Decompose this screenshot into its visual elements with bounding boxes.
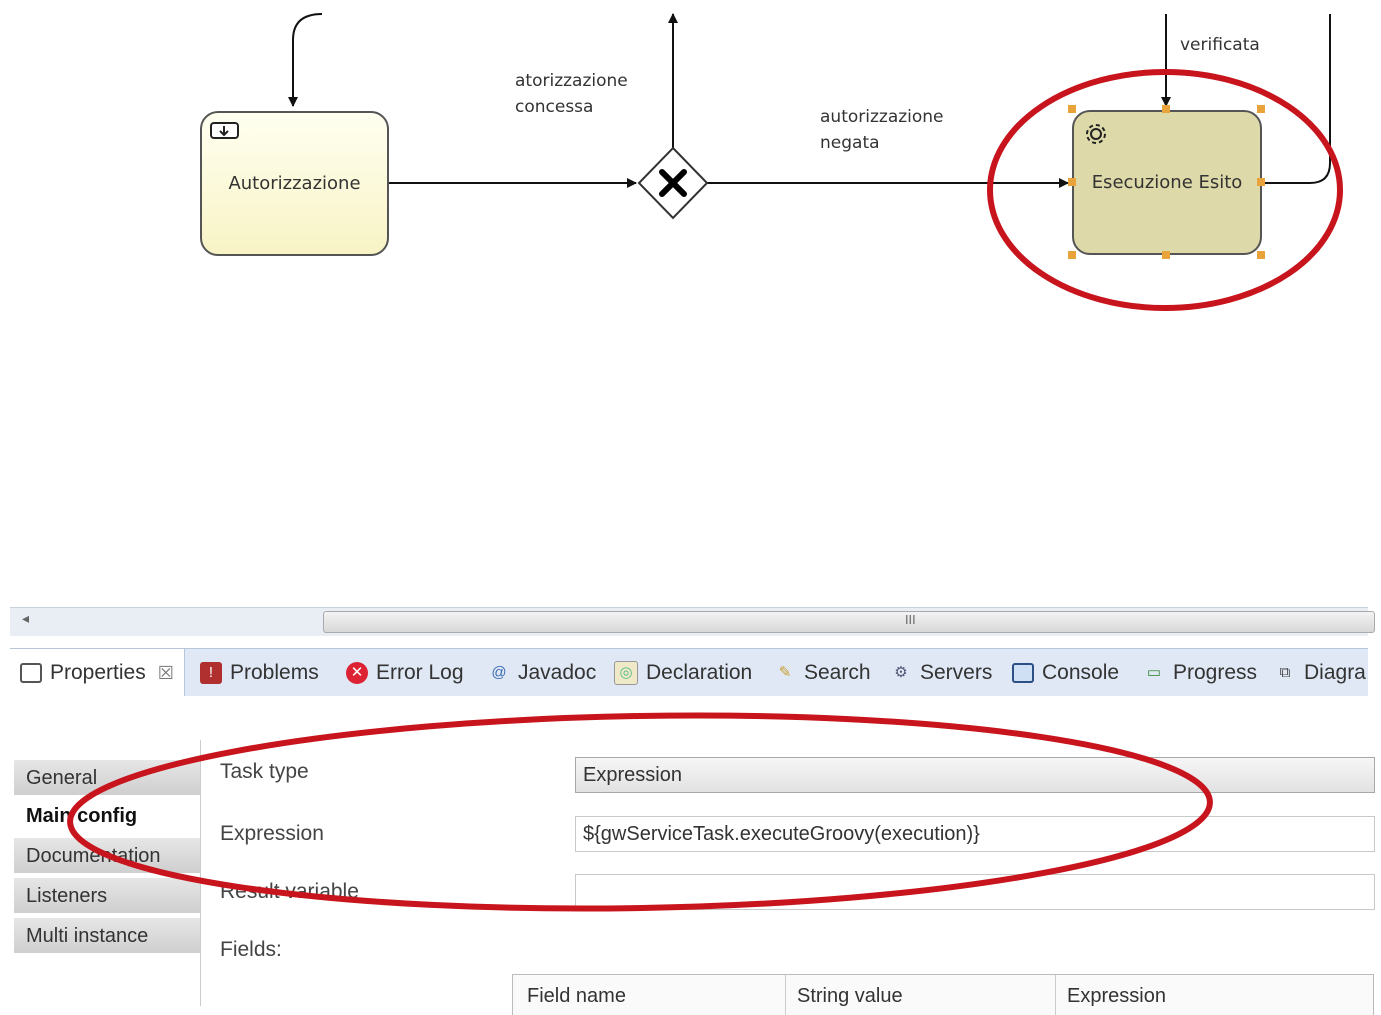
sidebar-item-documentation[interactable]: Documentation	[14, 838, 200, 874]
progress-icon: ▭	[1146, 664, 1162, 681]
expression-label: Expression	[220, 822, 324, 845]
exclusive-gateway[interactable]	[637, 146, 709, 220]
tab-problems[interactable]: ! Problems	[200, 649, 319, 697]
gear-icon	[1082, 120, 1110, 153]
scrollbar-grip: III	[905, 613, 916, 627]
flow-into-autorizzazione	[288, 13, 323, 107]
tab-label: Search	[804, 661, 871, 684]
diagram-connections	[288, 13, 1331, 220]
diagram-icon: ⧉	[1279, 664, 1291, 681]
tab-javadoc[interactable]: @ Javadoc	[488, 649, 596, 697]
flow-label-negata: autorizzazione negata	[820, 107, 944, 153]
sidebar-item-listeners[interactable]: Listeners	[14, 878, 200, 914]
flow-label-verificata: verificata	[1180, 35, 1260, 55]
view-tab-bar: Properties ☒ ! Problems ✕ Error Log @ Ja…	[10, 648, 1368, 697]
tab-diagram[interactable]: ⧉ Diagra	[1274, 649, 1366, 697]
sidebar-item-multi-instance[interactable]: Multi instance	[14, 918, 200, 954]
tab-progress[interactable]: ▭ Progress	[1143, 649, 1257, 697]
tab-label: Javadoc	[518, 661, 597, 684]
result-variable-label: Result variable	[220, 880, 359, 903]
expression-input[interactable]: ${gwServiceTask.executeGroovy(execution)…	[575, 816, 1375, 852]
properties-panel: General Main config Documentation Listen…	[10, 696, 1375, 1015]
diagram-canvas[interactable]: atorizzazione concessa autorizzazione ne…	[0, 0, 1381, 605]
scroll-left-arrow-icon[interactable]: ◂	[22, 611, 29, 627]
task-autorizzazione[interactable]: Autorizzazione	[200, 111, 389, 256]
close-icon[interactable]: ☒	[158, 663, 174, 684]
task-label: Esecuzione Esito	[1091, 172, 1243, 193]
tab-error-log[interactable]: ✕ Error Log	[346, 649, 464, 697]
properties-icon	[20, 663, 42, 683]
flow-out-of-esecuzione	[1262, 14, 1331, 184]
tab-search[interactable]: ✎ Search	[774, 649, 871, 697]
sidebar-item-general[interactable]: General	[14, 760, 200, 796]
task-type-label: Task type	[220, 760, 309, 783]
horizontal-scrollbar[interactable]: ◂ III	[10, 607, 1375, 636]
column-header-field-name[interactable]: Field name	[527, 985, 626, 1008]
flow-label-concessa: atorizzazione concessa	[515, 71, 628, 117]
tab-label: Problems	[230, 661, 319, 684]
error-log-icon: ✕	[346, 662, 368, 684]
fields-table[interactable]: Field name String value Expression	[512, 974, 1374, 1015]
sidebar-item-main-config[interactable]: Main config	[14, 798, 200, 834]
tab-label: Progress	[1173, 661, 1258, 684]
tab-label: Diagra	[1304, 661, 1366, 684]
scrollbar-thumb[interactable]	[323, 611, 1375, 633]
column-header-string-value[interactable]: String value	[797, 985, 903, 1008]
tab-console[interactable]: Console	[1012, 649, 1119, 697]
column-divider	[785, 975, 786, 1015]
task-label: Autorizzazione	[228, 173, 361, 194]
tab-servers[interactable]: ⚙ Servers	[890, 649, 992, 697]
fields-label: Fields:	[220, 938, 282, 961]
at-icon: @	[491, 664, 507, 681]
tab-declaration[interactable]: ◎ Declaration	[614, 649, 752, 697]
tab-label: Declaration	[646, 661, 753, 684]
tab-label: Servers	[920, 661, 993, 684]
user-task-icon	[210, 121, 240, 146]
column-divider	[1055, 975, 1056, 1015]
servers-icon: ⚙	[894, 664, 908, 681]
problems-icon: !	[200, 662, 222, 684]
console-icon	[1012, 663, 1034, 683]
search-icon: ✎	[778, 664, 792, 681]
column-header-expression[interactable]: Expression	[1067, 985, 1166, 1008]
tab-label: Error Log	[376, 661, 464, 684]
declaration-icon: ◎	[614, 661, 638, 685]
result-variable-input[interactable]	[575, 874, 1375, 910]
tab-label: Properties	[50, 661, 146, 684]
tab-label: Console	[1042, 661, 1120, 684]
sidebar-divider	[200, 740, 201, 1006]
task-esecuzione-esito[interactable]: Esecuzione Esito	[1072, 110, 1262, 255]
task-type-select[interactable]: Expression	[575, 757, 1375, 793]
tab-properties[interactable]: Properties ☒	[10, 649, 185, 697]
